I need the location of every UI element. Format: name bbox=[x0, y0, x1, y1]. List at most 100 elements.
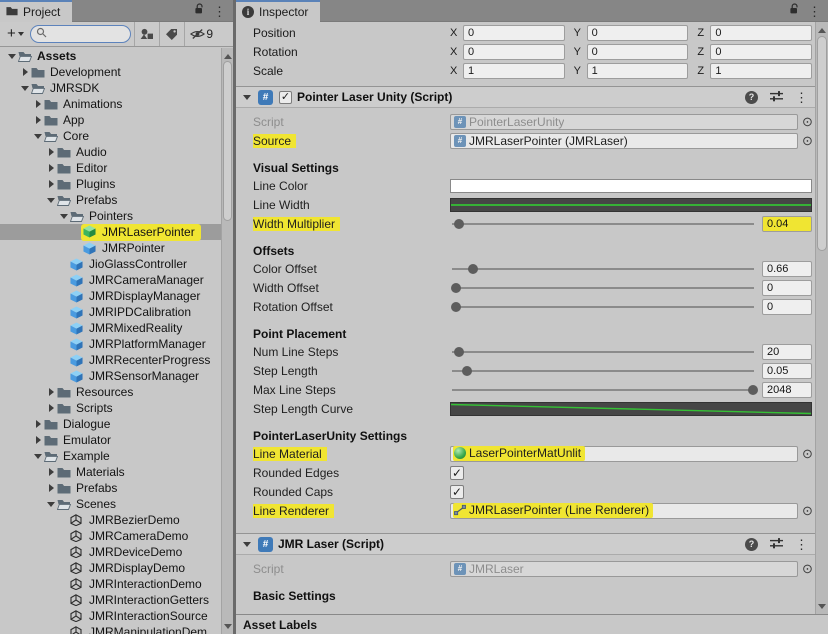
value-input[interactable]: 0 bbox=[762, 299, 812, 315]
tree-item-jioglasscontroller[interactable]: JioGlassController bbox=[0, 256, 221, 272]
slider[interactable] bbox=[450, 299, 756, 315]
filter-by-type-button[interactable] bbox=[134, 22, 159, 46]
foldout-closed-icon[interactable] bbox=[32, 100, 44, 108]
create-asset-button[interactable]: + bbox=[1, 22, 27, 46]
slider-handle[interactable] bbox=[454, 347, 464, 357]
scroll-up-icon[interactable] bbox=[222, 48, 233, 60]
scroll-down-icon[interactable] bbox=[222, 622, 233, 634]
foldout-closed-icon[interactable] bbox=[19, 68, 31, 76]
slider-handle[interactable] bbox=[748, 385, 758, 395]
position-z-field[interactable]: 0 bbox=[710, 25, 812, 41]
filter-by-label-button[interactable] bbox=[159, 22, 184, 46]
tree-item-dialogue[interactable]: Dialogue bbox=[0, 416, 221, 432]
curve-field[interactable] bbox=[450, 402, 812, 416]
foldout-closed-icon[interactable] bbox=[32, 116, 44, 124]
presets-icon[interactable] bbox=[769, 90, 784, 105]
project-scrollbar[interactable] bbox=[221, 48, 233, 634]
slider-handle[interactable] bbox=[454, 219, 464, 229]
checkbox[interactable]: ✓ bbox=[450, 485, 464, 499]
tree-item-example[interactable]: Example bbox=[0, 448, 221, 464]
slider-handle[interactable] bbox=[451, 302, 461, 312]
component-menu-icon[interactable]: ⋮ bbox=[795, 538, 808, 551]
scroll-down-icon[interactable] bbox=[816, 602, 828, 614]
lock-icon[interactable] bbox=[194, 2, 205, 20]
object-picker-icon[interactable]: ⊙ bbox=[800, 504, 815, 517]
slider-handle[interactable] bbox=[462, 366, 472, 376]
hidden-count-button[interactable]: 9 bbox=[184, 22, 219, 46]
value-input[interactable]: 0.05 bbox=[762, 363, 812, 379]
color-field[interactable] bbox=[450, 179, 812, 193]
foldout-closed-icon[interactable] bbox=[45, 180, 57, 188]
presets-icon[interactable] bbox=[769, 537, 784, 552]
component-menu-icon[interactable]: ⋮ bbox=[795, 91, 808, 104]
tree-item-scenes[interactable]: Scenes bbox=[0, 496, 221, 512]
tree-item-scripts[interactable]: Scripts bbox=[0, 400, 221, 416]
foldout-closed-icon[interactable] bbox=[32, 436, 44, 444]
foldout-closed-icon[interactable] bbox=[45, 148, 57, 156]
lock-icon[interactable] bbox=[789, 2, 800, 20]
component-header-jmr-laser-script[interactable]: #JMR Laser (Script)?⋮ bbox=[236, 533, 815, 555]
tree-item-emulator[interactable]: Emulator bbox=[0, 432, 221, 448]
slider-handle[interactable] bbox=[468, 264, 478, 274]
tree-item-plugins[interactable]: Plugins bbox=[0, 176, 221, 192]
position-y-field[interactable]: 0 bbox=[587, 25, 689, 41]
slider-handle[interactable] bbox=[451, 283, 461, 293]
tree-item-jmrpointer[interactable]: JMRPointer bbox=[0, 240, 221, 256]
slider[interactable] bbox=[450, 344, 756, 360]
curve-field[interactable] bbox=[450, 198, 812, 212]
slider[interactable] bbox=[450, 363, 756, 379]
scale-y-field[interactable]: 1 bbox=[587, 63, 689, 79]
foldout-open-icon[interactable] bbox=[6, 50, 18, 63]
tree-item-audio[interactable]: Audio bbox=[0, 144, 221, 160]
tree-item-jmrdisplaymanager[interactable]: JMRDisplayManager bbox=[0, 288, 221, 304]
value-input[interactable]: 20 bbox=[762, 344, 812, 360]
value-input[interactable]: 0.66 bbox=[762, 261, 812, 277]
tree-item-jmrinteractiongetters[interactable]: JMRInteractionGetters bbox=[0, 592, 221, 608]
rotation-x-field[interactable]: 0 bbox=[463, 44, 565, 60]
foldout-closed-icon[interactable] bbox=[45, 388, 57, 396]
slider[interactable] bbox=[450, 261, 756, 277]
tree-item-jmrlaserpointer[interactable]: JMRLaserPointer bbox=[0, 224, 221, 240]
checkbox[interactable]: ✓ bbox=[450, 466, 464, 480]
tree-item-editor[interactable]: Editor bbox=[0, 160, 221, 176]
tree-item-prefabs[interactable]: Prefabs bbox=[0, 192, 221, 208]
slider[interactable] bbox=[450, 216, 756, 232]
tree-item-jmripdcalibration[interactable]: JMRIPDCalibration bbox=[0, 304, 221, 320]
tree-item-jmrmixedreality[interactable]: JMRMixedReality bbox=[0, 320, 221, 336]
tree-item-jmrplatformmanager[interactable]: JMRPlatformManager bbox=[0, 336, 221, 352]
foldout-closed-icon[interactable] bbox=[45, 468, 57, 476]
tab-project[interactable]: Project bbox=[0, 0, 72, 22]
tree-item-core[interactable]: Core bbox=[0, 128, 221, 144]
foldout-open-icon[interactable] bbox=[19, 82, 31, 95]
tree-item-resources[interactable]: Resources bbox=[0, 384, 221, 400]
project-search[interactable] bbox=[30, 25, 131, 43]
tree-item-jmrinteractiondemo[interactable]: JMRInteractionDemo bbox=[0, 576, 221, 592]
tree-item-jmrdisplaydemo[interactable]: JMRDisplayDemo bbox=[0, 560, 221, 576]
foldout-open-icon[interactable] bbox=[32, 130, 44, 143]
tree-item-jmrsdk[interactable]: JMRSDK bbox=[0, 80, 221, 96]
tree-item-jmrinteractionsource[interactable]: JMRInteractionSource bbox=[0, 608, 221, 624]
foldout-open-icon[interactable] bbox=[45, 498, 57, 511]
foldout-closed-icon[interactable] bbox=[32, 420, 44, 428]
tree-item-jmrbezierdemo[interactable]: JMRBezierDemo bbox=[0, 512, 221, 528]
tree-item-jmrrecenterprogress[interactable]: JMRRecenterProgress bbox=[0, 352, 221, 368]
slider[interactable] bbox=[450, 382, 756, 398]
inspector-scrollbar[interactable] bbox=[815, 22, 828, 614]
object-picker-icon[interactable]: ⊙ bbox=[800, 134, 815, 147]
value-input[interactable]: 0 bbox=[762, 280, 812, 296]
foldout-closed-icon[interactable] bbox=[45, 484, 57, 492]
scrollbar-thumb[interactable] bbox=[223, 61, 232, 221]
rotation-z-field[interactable]: 0 bbox=[710, 44, 812, 60]
tree-item-jmrcamerademo[interactable]: JMRCameraDemo bbox=[0, 528, 221, 544]
asset-labels-bar[interactable]: Asset Labels bbox=[236, 614, 828, 634]
tree-item-jmrmanipulationdem[interactable]: JMRManipulationDem bbox=[0, 624, 221, 634]
foldout-closed-icon[interactable] bbox=[45, 404, 57, 412]
tab-inspector[interactable]: i Inspector bbox=[236, 0, 320, 22]
tree-item-animations[interactable]: Animations bbox=[0, 96, 221, 112]
position-x-field[interactable]: 0 bbox=[463, 25, 565, 41]
object-field[interactable]: JMRLaserPointer (Line Renderer) bbox=[450, 503, 798, 519]
tree-item-jmrdevicedemo[interactable]: JMRDeviceDemo bbox=[0, 544, 221, 560]
component-header-pointer-laser-unity-script[interactable]: #✓Pointer Laser Unity (Script)?⋮ bbox=[236, 86, 815, 108]
object-field[interactable]: LaserPointerMatUnlit bbox=[450, 446, 798, 462]
foldout-open-icon[interactable] bbox=[241, 91, 253, 104]
